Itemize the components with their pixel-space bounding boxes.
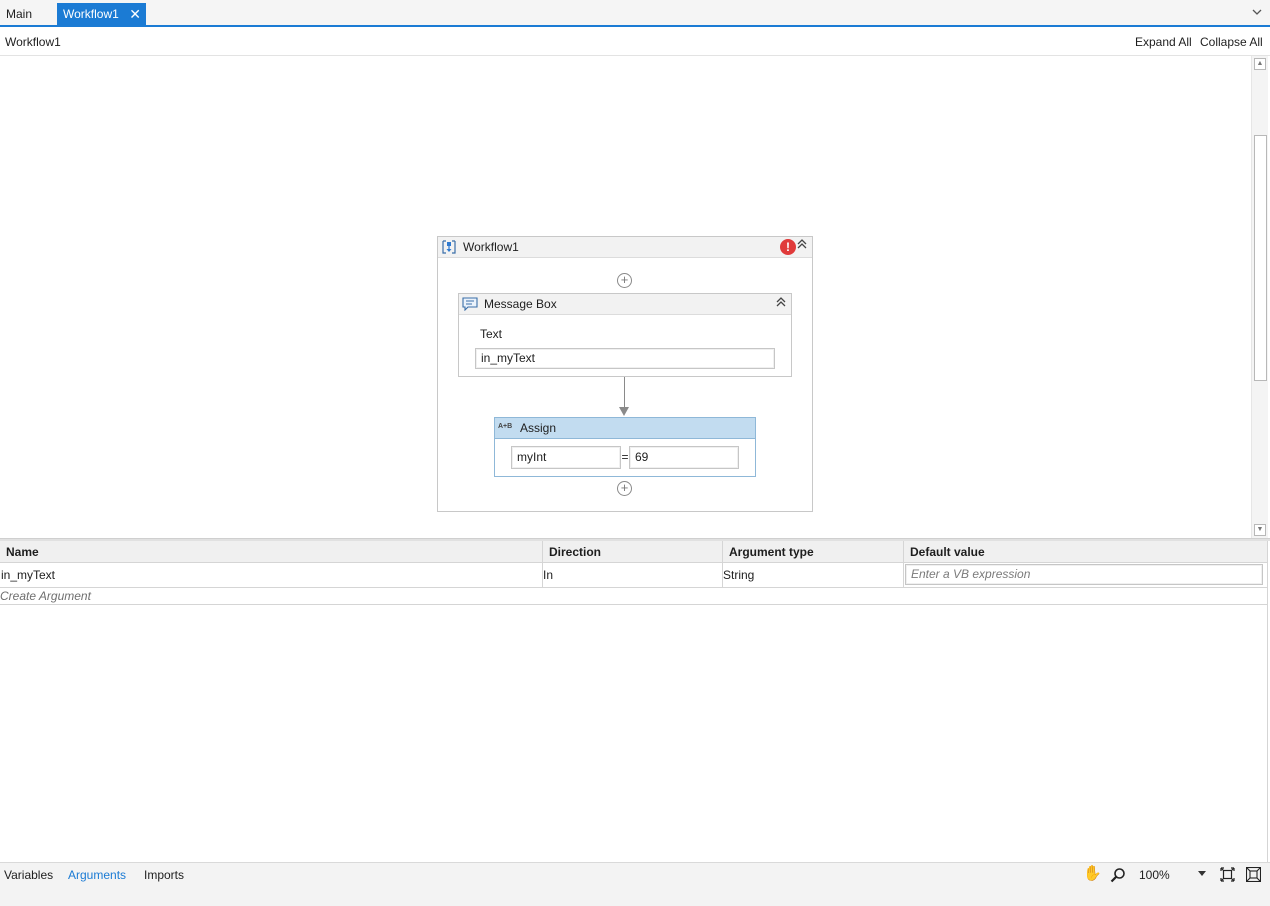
message-box-activity[interactable]: Message Box Text in_myText: [458, 293, 792, 377]
document-tab-bar: Main Workflow1 ✕: [0, 0, 1270, 27]
sequence-header[interactable]: Workflow1 !: [438, 237, 812, 258]
close-tab-icon[interactable]: ✕: [129, 3, 141, 25]
assign-title: Assign: [520, 421, 557, 435]
text-property-label: Text: [480, 327, 503, 341]
sequence-icon: [442, 240, 456, 254]
add-activity-icon[interactable]: +: [617, 481, 632, 496]
tab-workflow1[interactable]: Workflow1 ✕: [57, 3, 146, 25]
canvas-vertical-scrollbar[interactable]: ▲ ▼: [1251, 56, 1268, 538]
zoom-dropdown-icon[interactable]: [1198, 871, 1206, 876]
assign-value-input[interactable]: 69: [629, 446, 739, 469]
column-header-default-value[interactable]: Default value: [904, 541, 1268, 563]
argument-type-cell[interactable]: String: [723, 563, 904, 587]
scroll-up-icon[interactable]: ▲: [1254, 58, 1266, 70]
message-box-icon: [462, 297, 478, 311]
zoom-magnifier-icon[interactable]: [1110, 867, 1126, 883]
column-header-argument-type[interactable]: Argument type: [723, 541, 904, 563]
collapse-all-button[interactable]: Collapse All: [1200, 35, 1263, 49]
scroll-down-icon[interactable]: ▼: [1254, 524, 1266, 536]
sequence-activity[interactable]: Workflow1 ! + Message Box Text in_myText…: [437, 236, 813, 512]
fit-to-screen-icon[interactable]: [1220, 867, 1235, 882]
tab-label: Workflow1: [63, 7, 119, 21]
tab-main[interactable]: Main: [0, 3, 38, 25]
arguments-panel: Name Direction Argument type Default val…: [0, 541, 1268, 862]
argument-direction-cell[interactable]: In: [543, 563, 723, 587]
tab-variables[interactable]: Variables: [4, 868, 53, 882]
collapse-icon[interactable]: [775, 296, 787, 311]
assign-activity[interactable]: A+B Assign myInt = 69: [494, 417, 756, 477]
status-strip: [0, 886, 1270, 906]
tab-arguments[interactable]: Arguments: [68, 868, 126, 882]
assign-to-input[interactable]: myInt: [511, 446, 621, 469]
argument-name-cell[interactable]: in_myText: [0, 563, 543, 587]
assign-header[interactable]: A+B Assign: [495, 418, 755, 439]
breadcrumb[interactable]: Workflow1: [5, 35, 61, 49]
designer-bottom-bar: Variables Arguments Imports ✋ 100%: [0, 862, 1270, 886]
assign-equals-sign: =: [621, 450, 629, 464]
message-box-header[interactable]: Message Box: [459, 294, 791, 315]
expand-all-button[interactable]: Expand All: [1135, 35, 1192, 49]
pan-hand-icon[interactable]: ✋: [1083, 866, 1102, 882]
column-header-direction[interactable]: Direction: [543, 541, 723, 563]
column-header-name[interactable]: Name: [0, 541, 543, 563]
sequence-title: Workflow1: [463, 240, 519, 254]
arguments-grid-header: Name Direction Argument type Default val…: [0, 541, 1268, 563]
overview-icon[interactable]: [1246, 867, 1261, 882]
scrollbar-thumb[interactable]: [1254, 135, 1267, 381]
tab-overflow-chevron-icon[interactable]: [1250, 6, 1264, 20]
assign-icon: A+B: [498, 423, 513, 430]
table-row[interactable]: in_myText In String Enter a VB expressio…: [0, 563, 1268, 588]
default-value-input[interactable]: Enter a VB expression: [905, 564, 1263, 585]
validation-error-icon[interactable]: !: [780, 239, 796, 255]
add-activity-icon[interactable]: +: [617, 273, 632, 288]
create-argument-row[interactable]: Create Argument: [0, 588, 1268, 605]
zoom-level-select[interactable]: 100%: [1139, 868, 1170, 882]
collapse-icon[interactable]: [796, 238, 808, 253]
flow-connector: [624, 377, 625, 411]
message-box-title: Message Box: [484, 297, 557, 311]
argument-default-cell: Enter a VB expression: [904, 563, 1268, 587]
tab-imports[interactable]: Imports: [144, 868, 184, 882]
flow-arrow-icon: [619, 407, 629, 416]
text-expression-input[interactable]: in_myText: [475, 348, 775, 369]
breadcrumb-bar: Workflow1 Expand All Collapse All: [0, 27, 1270, 56]
